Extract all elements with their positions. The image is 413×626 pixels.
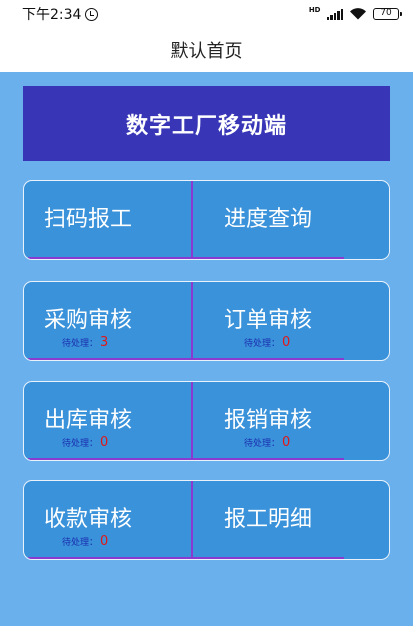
menu-label: 收款审核 <box>44 507 133 532</box>
cell-signal-icon <box>326 8 343 20</box>
banner-title: 数字工厂移动端 <box>125 113 287 139</box>
card-underline <box>28 257 344 259</box>
pending-count: 0 <box>282 435 291 450</box>
menu-label: 采购审核 <box>44 308 133 333</box>
pending-indicator: 待处理： 3 <box>62 335 108 350</box>
battery-icon: 70 <box>373 8 402 20</box>
card-underline <box>28 557 344 559</box>
outbound-review-button[interactable]: 出库审核 待处理： 0 <box>24 382 191 460</box>
status-time: 下午2:34 <box>22 7 82 23</box>
purchase-review-button[interactable]: 采购审核 待处理： 3 <box>24 282 191 360</box>
pending-label: 待处理： <box>62 439 99 449</box>
pending-count: 3 <box>100 335 109 350</box>
pending-label: 待处理： <box>62 538 99 548</box>
scan-report-button[interactable]: 扫码报工 <box>24 181 191 259</box>
progress-query-button[interactable]: 进度查询 <box>193 181 389 259</box>
wifi-icon <box>350 8 366 20</box>
menu-label: 扫码报工 <box>44 207 133 232</box>
report-details-button[interactable]: 报工明细 <box>193 481 389 559</box>
menu-card-3: 出库审核 待处理： 0 报销审核 待处理： 0 <box>23 381 390 461</box>
status-bar: 下午2:34 HD 70 <box>0 0 413 28</box>
nav-bar: 默认首页 <box>0 28 413 72</box>
pending-count: 0 <box>100 534 109 549</box>
menu-card-4: 收款审核 待处理： 0 报工明细 <box>23 480 390 560</box>
card-underline <box>28 458 344 460</box>
pending-label: 待处理： <box>244 339 281 349</box>
page-title: 默认首页 <box>170 41 243 62</box>
pending-label: 待处理： <box>62 339 99 349</box>
menu-label: 报销审核 <box>224 408 313 433</box>
status-left: 下午2:34 <box>22 4 99 24</box>
pending-label: 待处理： <box>244 439 281 449</box>
menu-label: 进度查询 <box>224 207 313 232</box>
menu-card-1: 扫码报工 进度查询 <box>23 180 390 260</box>
order-review-button[interactable]: 订单审核 待处理： 0 <box>193 282 389 360</box>
pending-count: 0 <box>100 435 109 450</box>
menu-label: 出库审核 <box>44 408 133 433</box>
pending-count: 0 <box>282 335 291 350</box>
status-right: HD 70 <box>308 5 402 20</box>
receipt-review-button[interactable]: 收款审核 待处理： 0 <box>24 481 191 559</box>
pending-indicator: 待处理： 0 <box>244 435 290 450</box>
menu-label: 报工明细 <box>224 507 313 532</box>
pending-indicator: 待处理： 0 <box>62 534 108 549</box>
menu-label: 订单审核 <box>224 308 313 333</box>
pending-indicator: 待处理： 0 <box>244 335 290 350</box>
reimbursement-review-button[interactable]: 报销审核 待处理： 0 <box>193 382 389 460</box>
alarm-icon <box>85 7 99 21</box>
card-underline <box>28 358 344 360</box>
menu-card-2: 采购审核 待处理： 3 订单审核 待处理： 0 <box>23 281 390 361</box>
hd-network-indicator: HD <box>308 5 321 14</box>
app-banner: 数字工厂移动端 <box>23 86 390 161</box>
pending-indicator: 待处理： 0 <box>62 435 108 450</box>
